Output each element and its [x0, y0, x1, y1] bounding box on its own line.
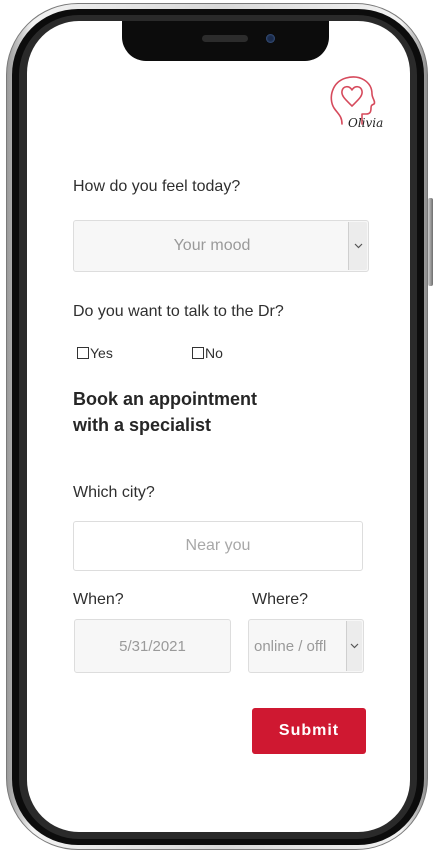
mood-select-value: Your mood: [173, 237, 251, 254]
doctor-question: Do you want to talk to the Dr?: [73, 303, 284, 320]
app-logo: Olivia: [322, 70, 392, 136]
where-label: Where?: [252, 591, 309, 608]
no-option[interactable]: No: [192, 345, 223, 361]
where-select-arrow[interactable]: [346, 621, 362, 671]
chevron-down-icon: [354, 243, 362, 249]
speaker-grille: [202, 35, 248, 42]
mood-select[interactable]: Your mood: [73, 220, 369, 272]
chevron-down-icon: [350, 643, 359, 649]
phone-notch: [122, 21, 329, 61]
booking-heading-line2: with a specialist: [73, 415, 212, 435]
logo-text: Olivia: [348, 116, 384, 130]
mood-question: How do you feel today?: [73, 178, 241, 195]
where-select[interactable]: online / offl: [248, 619, 364, 673]
power-button: [428, 198, 433, 286]
date-input-value: 5/31/2021: [119, 637, 186, 655]
where-select-value: online / offl: [254, 637, 327, 655]
date-input[interactable]: 5/31/2021: [74, 619, 231, 673]
no-checkbox[interactable]: [192, 347, 204, 359]
yes-label: Yes: [90, 345, 113, 361]
front-camera: [266, 34, 275, 43]
booking-heading-line1: Book an appointment: [73, 389, 257, 409]
booking-heading: Book an appointment with a specialist: [73, 386, 313, 438]
city-question: Which city?: [73, 484, 155, 501]
yes-checkbox[interactable]: [77, 347, 89, 359]
submit-button[interactable]: Submit: [252, 708, 366, 754]
no-label: No: [205, 345, 223, 361]
when-label: When?: [73, 591, 124, 608]
city-input[interactable]: Near you: [73, 521, 363, 571]
yes-option[interactable]: Yes: [77, 345, 113, 361]
mood-select-arrow[interactable]: [348, 222, 367, 270]
city-input-placeholder: Near you: [185, 537, 251, 554]
